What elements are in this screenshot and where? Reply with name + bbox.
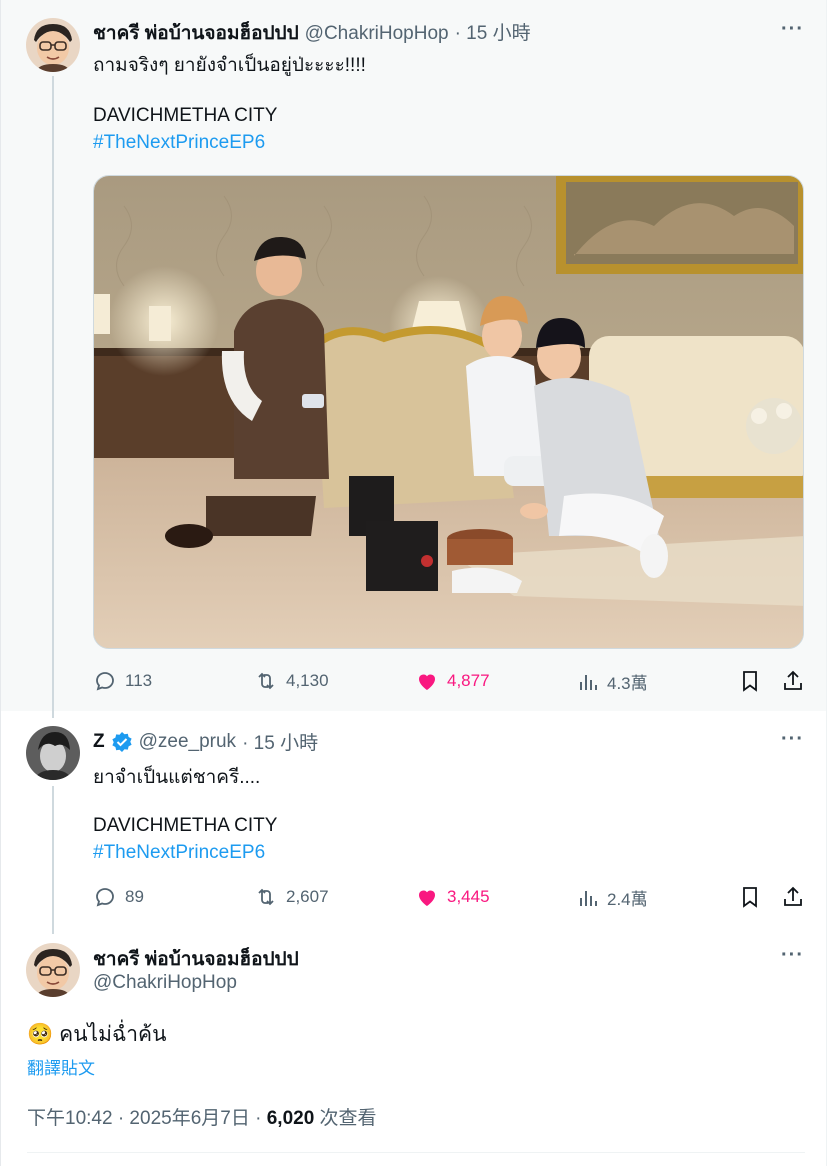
view-count: 4.3萬 (607, 674, 648, 693)
reply-button[interactable]: 113 (93, 669, 152, 693)
thread-connector (52, 76, 54, 718)
tweet-text: ยาจำเป็นแต่ชาครี.... (93, 767, 261, 788)
bookmark-icon (743, 887, 757, 908)
tweet-photo[interactable] (93, 175, 804, 649)
avatar-chakri (26, 943, 80, 997)
reply-icon (96, 888, 114, 907)
reply-button[interactable]: 89 (93, 885, 144, 909)
divider (27, 1152, 805, 1153)
total-views: 6,020 (266, 1108, 315, 1129)
more-options-icon[interactable]: ··· (781, 18, 804, 41)
tweet-text: ถามจริงๆ ยายังจำเป็นอยู่ป่ะะะะ!!!! (93, 55, 366, 76)
post-time[interactable]: · 15 小時 (242, 728, 318, 755)
bookmark-button[interactable] (738, 885, 762, 914)
hashtag-link[interactable]: #TheNextPrinceEP6 (93, 842, 265, 864)
pleading-face-emoji: 🥺 (27, 1022, 54, 1046)
views-button[interactable]: 2.4萬 (577, 885, 648, 910)
left-border (0, 0, 1, 1166)
views-label: 次查看 (314, 1108, 377, 1129)
heart-filled-icon (419, 674, 435, 690)
verified-badge-icon (112, 731, 132, 752)
display-name[interactable]: ชาครี พ่อบ้านจอมฮ็อปปป (93, 18, 299, 48)
analytics-icon (580, 674, 597, 690)
tweet-body: 🥺 คนไม่ฉ่ำค้น (27, 1018, 166, 1051)
like-button[interactable]: 4,877 (415, 669, 490, 693)
retweet-icon (258, 672, 274, 690)
reply-count: 113 (125, 671, 153, 690)
tweet-text-line: DAVICHMETHA CITY (93, 105, 278, 126)
user-handle[interactable]: @zee_pruk (139, 731, 236, 753)
thread-connector (52, 786, 54, 934)
share-button[interactable] (781, 885, 805, 914)
photo-illustration (94, 176, 803, 648)
retweet-button[interactable]: 2,607 (254, 885, 329, 909)
display-name[interactable]: Z (93, 731, 105, 753)
analytics-icon (580, 890, 597, 906)
more-options-icon[interactable]: ··· (781, 944, 804, 967)
translate-post-link[interactable]: 翻譯貼文 (27, 1054, 95, 1079)
bookmark-icon (743, 671, 757, 692)
more-options-icon[interactable]: ··· (781, 728, 804, 751)
avatar-chakri (26, 18, 80, 72)
avatar[interactable] (26, 726, 80, 780)
view-count: 2.4萬 (607, 890, 648, 909)
reply-count: 89 (125, 887, 144, 906)
display-name[interactable]: ชาครี พ่อบ้านจอมฮ็อปปป (93, 944, 299, 974)
avatar[interactable] (26, 943, 80, 997)
like-count: 3,445 (447, 887, 490, 906)
heart-filled-icon (419, 890, 435, 906)
share-icon (784, 670, 802, 690)
retweet-count: 4,130 (286, 671, 329, 690)
share-icon (784, 886, 802, 906)
avatar[interactable] (26, 18, 80, 72)
retweet-button[interactable]: 4,130 (254, 669, 329, 693)
reply-icon (96, 672, 114, 691)
user-handle[interactable]: @ChakriHopHop (93, 972, 237, 994)
like-button[interactable]: 3,445 (415, 885, 490, 909)
tweet-text: คนไม่ฉ่ำค้น (59, 1023, 167, 1046)
retweet-count: 2,607 (286, 887, 329, 906)
user-handle[interactable]: @ChakriHopHop (305, 23, 449, 45)
tweet-text-line: DAVICHMETHA CITY (93, 815, 278, 836)
hashtag-link[interactable]: #TheNextPrinceEP6 (93, 132, 265, 154)
right-border (826, 0, 827, 1166)
views-button[interactable]: 4.3萬 (577, 669, 648, 694)
post-time[interactable]: · 15 小時 (455, 18, 531, 45)
avatar-zee (26, 726, 80, 780)
post-metadata: 下午10:42 · 2025年6月7日 · 6,020 次查看 (27, 1103, 377, 1130)
like-count: 4,877 (447, 671, 490, 690)
share-button[interactable] (781, 669, 805, 698)
bookmark-button[interactable] (738, 669, 762, 698)
retweet-icon (258, 888, 274, 906)
post-timestamp[interactable]: 下午10:42 · 2025年6月7日 · (27, 1108, 267, 1129)
